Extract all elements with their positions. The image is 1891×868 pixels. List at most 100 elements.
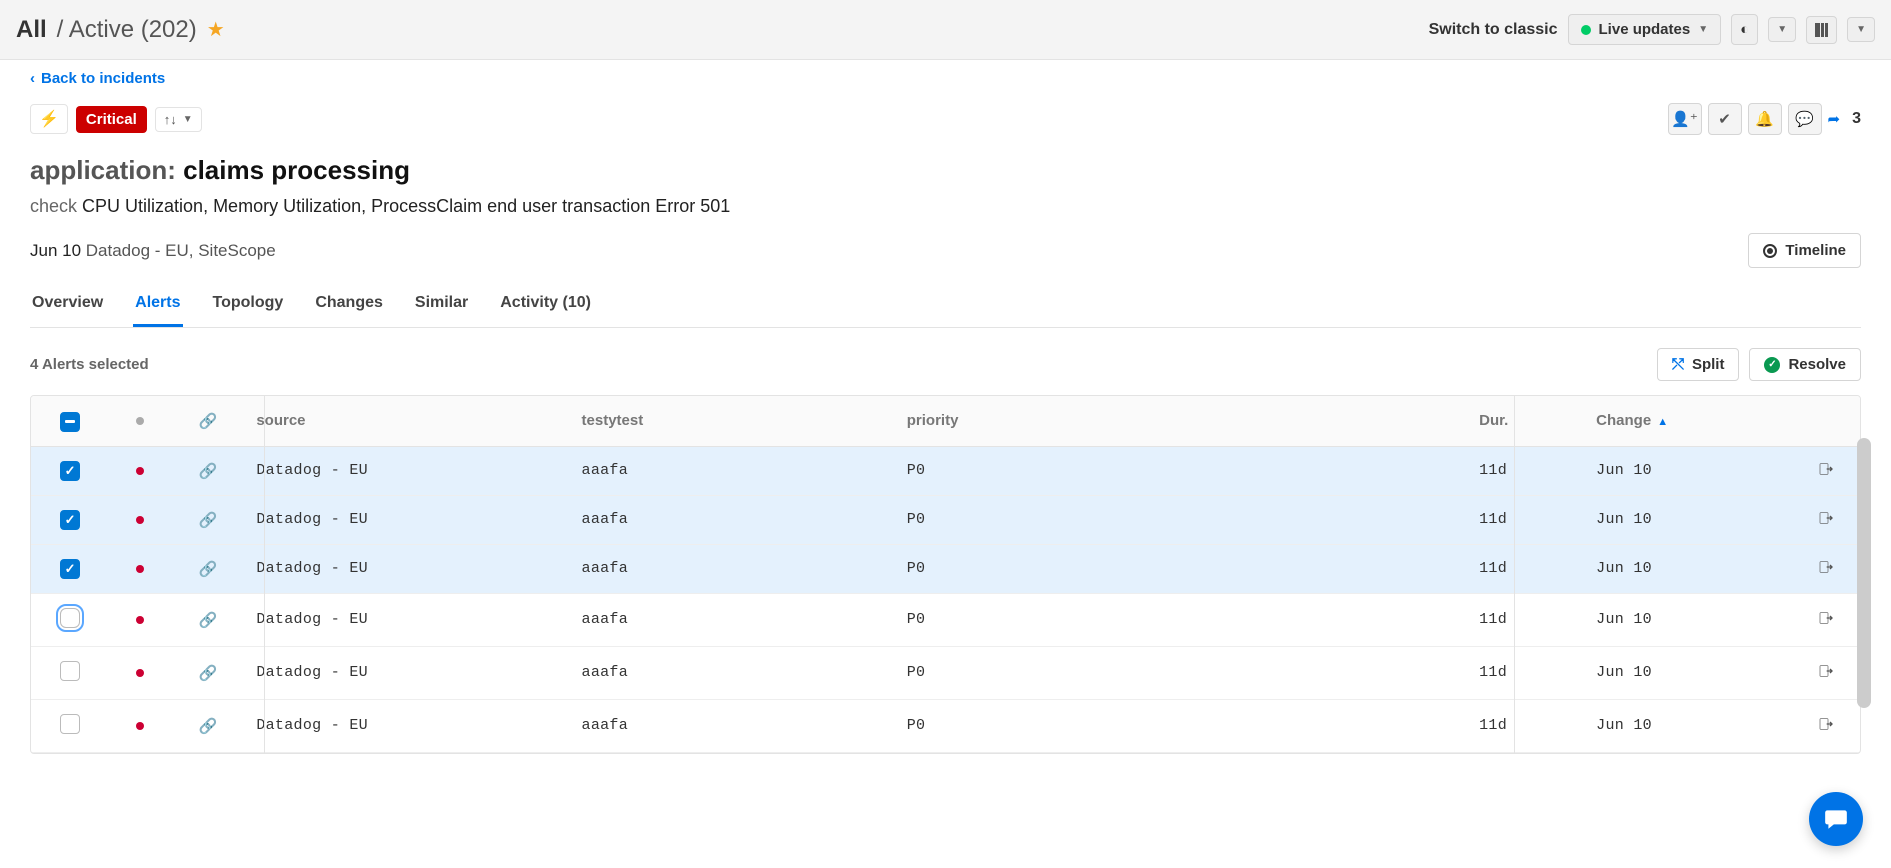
cell-source: Datadog - EU [244, 446, 569, 495]
row-checkbox[interactable] [60, 461, 80, 481]
col-header-status[interactable] [109, 396, 171, 446]
link-icon[interactable]: 🔗 [199, 463, 218, 480]
alert-status-dot-icon [136, 565, 144, 573]
cell-priority: P0 [895, 593, 1467, 646]
link-icon[interactable]: 🔗 [199, 561, 218, 578]
table-row[interactable]: 🔗Datadog - EUaaafaP011dJun 10 [31, 699, 1860, 752]
table-row[interactable]: 🔗Datadog - EUaaafaP011dJun 10 [31, 646, 1860, 699]
assign-user-button[interactable]: 👤⁺ [1668, 103, 1702, 135]
cell-priority: P0 [895, 646, 1467, 699]
incident-title-value: claims processing [183, 155, 410, 185]
status-left: ⚡ Critical ↑↓ ▼ [30, 104, 202, 134]
back-to-incidents-link[interactable]: ‹ Back to incidents [30, 70, 165, 87]
sort-button[interactable]: ↑↓ ▼ [155, 107, 202, 132]
cell-change: Jun 10 [1584, 646, 1792, 699]
scrollbar-thumb[interactable] [1857, 438, 1871, 708]
status-row: ⚡ Critical ↑↓ ▼ 👤⁺ ✔ 🔔 💬 ➦ 3 [30, 103, 1861, 135]
row-open-button[interactable] [1792, 544, 1860, 593]
live-updates-toggle[interactable]: Live updates ▼ [1568, 14, 1722, 45]
link-icon[interactable]: 🔗 [199, 718, 218, 735]
tab-changes[interactable]: Changes [313, 294, 385, 327]
tab-activity[interactable]: Activity (10) [498, 294, 593, 327]
bolt-button[interactable]: ⚡ [30, 104, 68, 134]
row-checkbox[interactable] [60, 510, 80, 530]
cell-duration: 11d [1467, 593, 1584, 646]
alerts-table-wrapper: 🔗 source testytest priority Dur. Change▲… [30, 395, 1861, 754]
chevron-down-icon: ▼ [1777, 24, 1787, 35]
moon-icon: ◐ [1740, 21, 1749, 38]
cell-change: Jun 10 [1584, 544, 1792, 593]
table-row[interactable]: 🔗Datadog - EUaaafaP011dJun 10 [31, 593, 1860, 646]
col-header-checkbox[interactable] [31, 396, 109, 446]
row-checkbox[interactable] [60, 559, 80, 579]
record-icon [1763, 244, 1777, 258]
sort-arrows-icon: ↑↓ [164, 112, 177, 127]
resolve-button[interactable]: ✓ Resolve [1749, 348, 1861, 381]
timeline-button[interactable]: Timeline [1748, 233, 1861, 268]
link-icon[interactable]: 🔗 [199, 612, 218, 629]
chevron-down-icon: ▼ [1856, 24, 1866, 35]
chevron-left-icon: ‹ [30, 70, 35, 87]
acknowledge-button[interactable]: ✔ [1708, 103, 1742, 135]
tab-topology[interactable]: Topology [211, 294, 286, 327]
live-updates-label: Live updates [1599, 21, 1691, 38]
cell-priority: P0 [895, 544, 1467, 593]
row-checkbox[interactable] [60, 608, 80, 628]
link-icon[interactable]: 🔗 [199, 665, 218, 682]
alert-status-dot-icon [136, 516, 144, 524]
table-row[interactable]: 🔗Datadog - EUaaafaP011dJun 10 [31, 544, 1860, 593]
select-all-checkbox[interactable] [60, 412, 80, 432]
row-open-button[interactable] [1792, 699, 1860, 752]
column-divider [264, 396, 265, 753]
share-button[interactable]: ➦ [1828, 103, 1841, 135]
table-row[interactable]: 🔗Datadog - EUaaafaP011dJun 10 [31, 495, 1860, 544]
star-icon[interactable]: ★ [207, 17, 225, 42]
incident-subtitle: check CPU Utilization, Memory Utilizatio… [30, 196, 1861, 217]
col-header-testy[interactable]: testytest [570, 396, 895, 446]
row-checkbox[interactable] [60, 714, 80, 734]
theme-menu-button[interactable]: ▼ [1768, 17, 1796, 42]
breadcrumb-current: / Active (202) [57, 16, 197, 44]
switch-to-classic-link[interactable]: Switch to classic [1429, 21, 1558, 39]
col-header-source[interactable]: source [244, 396, 569, 446]
column-divider [1514, 396, 1515, 753]
incident-title: application: claims processing [30, 155, 1861, 186]
tab-overview[interactable]: Overview [30, 294, 105, 327]
notifications-button[interactable]: 🔔 [1748, 103, 1782, 135]
severity-badge[interactable]: Critical [76, 106, 147, 133]
table-row[interactable]: 🔗Datadog - EUaaafaP011dJun 10 [31, 446, 1860, 495]
cell-testy: aaafa [570, 495, 895, 544]
cell-duration: 11d [1467, 544, 1584, 593]
cell-source: Datadog - EU [244, 544, 569, 593]
table-header-row: 🔗 source testytest priority Dur. Change▲ [31, 396, 1860, 446]
status-dot-icon [136, 417, 144, 425]
cell-priority: P0 [895, 446, 1467, 495]
chat-fab[interactable] [1809, 792, 1863, 846]
link-icon[interactable]: 🔗 [199, 512, 218, 529]
row-open-button[interactable] [1792, 646, 1860, 699]
split-button[interactable]: ⤲ Split [1657, 348, 1740, 381]
row-checkbox[interactable] [60, 661, 80, 681]
col-header-actions [1792, 396, 1860, 446]
row-open-button[interactable] [1792, 593, 1860, 646]
tab-similar[interactable]: Similar [413, 294, 470, 327]
breadcrumb-root[interactable]: All [16, 16, 47, 44]
live-dot-icon [1581, 25, 1591, 35]
incident-sources: Datadog - EU, SiteScope [81, 241, 276, 260]
cell-source: Datadog - EU [244, 495, 569, 544]
col-header-link[interactable]: 🔗 [171, 396, 244, 446]
col-header-priority[interactable]: priority [895, 396, 1467, 446]
col-header-duration[interactable]: Dur. [1467, 396, 1584, 446]
theme-button[interactable]: ◐ [1731, 14, 1758, 45]
comment-button[interactable]: 💬 [1788, 103, 1822, 135]
col-header-change[interactable]: Change▲ [1584, 396, 1792, 446]
user-plus-icon: 👤⁺ [1671, 110, 1698, 128]
incident-subtitle-label: check [30, 196, 82, 216]
row-open-button[interactable] [1792, 446, 1860, 495]
density-menu-button[interactable]: ▼ [1847, 17, 1875, 42]
density-button[interactable] [1806, 16, 1837, 44]
row-open-button[interactable] [1792, 495, 1860, 544]
breadcrumb: All / Active (202) ★ [16, 16, 225, 44]
incident-action-icons: 👤⁺ ✔ 🔔 💬 ➦ 3 [1668, 103, 1861, 135]
tab-alerts[interactable]: Alerts [133, 294, 182, 327]
